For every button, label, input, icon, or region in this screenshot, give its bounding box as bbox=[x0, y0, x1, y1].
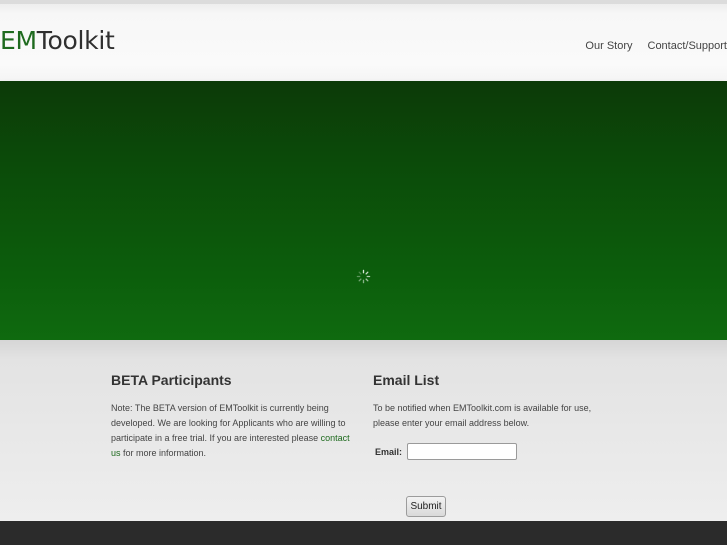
loading-spinner-icon bbox=[356, 269, 371, 284]
email-form-row: Email: bbox=[375, 443, 613, 460]
submit-button[interactable]: Submit bbox=[406, 496, 446, 517]
beta-description: Note: The BETA version of EMToolkit is c… bbox=[111, 401, 356, 461]
nav-our-story[interactable]: Our Story bbox=[585, 40, 632, 53]
site-logo[interactable]: EMToolkit bbox=[0, 26, 115, 56]
email-list-column: Email List To be notified when EMToolkit… bbox=[373, 372, 613, 517]
info-section: BETA Participants Note: The BETA version… bbox=[0, 340, 727, 521]
beta-text-after: for more information. bbox=[120, 448, 207, 458]
email-list-description: To be notified when EMToolkit.com is ava… bbox=[373, 403, 592, 428]
beta-text-before: Note: The BETA version of EMToolkit is c… bbox=[111, 403, 346, 443]
logo-em: EM bbox=[0, 26, 37, 55]
logo-toolkit: Toolkit bbox=[36, 26, 115, 55]
beta-title: BETA Participants bbox=[111, 372, 232, 388]
email-label: Email: bbox=[375, 446, 403, 457]
site-header: EMToolkit Our Story Contact/Support bbox=[0, 0, 727, 81]
email-list-title: Email List bbox=[373, 372, 440, 388]
beta-participants-column: BETA Participants Note: The BETA version… bbox=[111, 372, 356, 461]
site-footer bbox=[0, 521, 727, 545]
hero-banner bbox=[0, 81, 727, 340]
main-nav: Our Story Contact/Support bbox=[585, 40, 727, 53]
nav-contact-support[interactable]: Contact/Support bbox=[648, 40, 727, 53]
email-input[interactable] bbox=[407, 443, 518, 460]
